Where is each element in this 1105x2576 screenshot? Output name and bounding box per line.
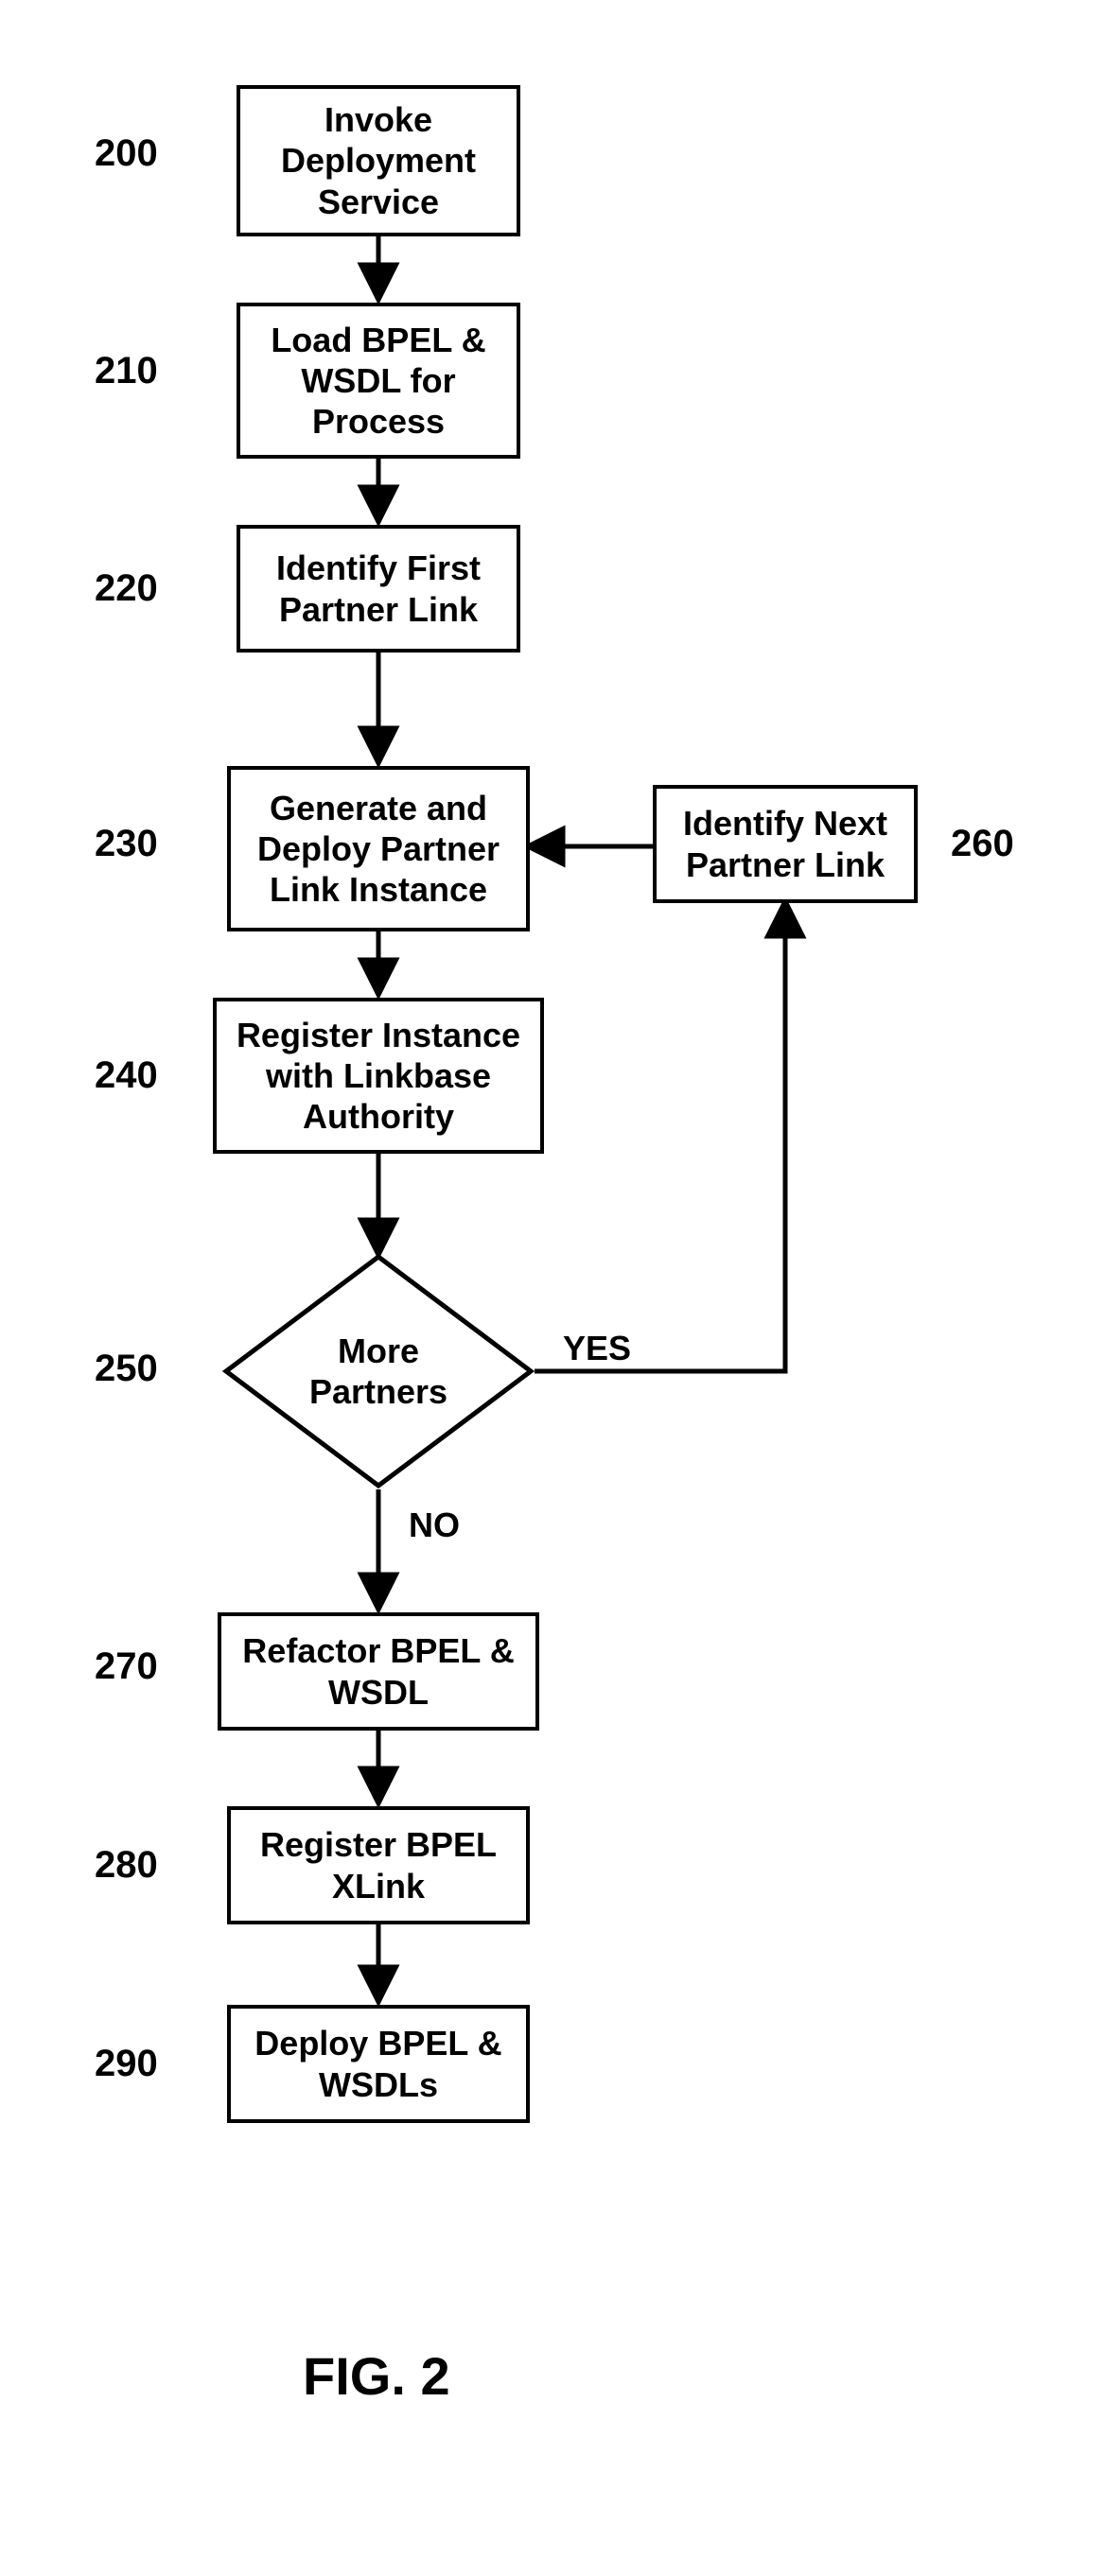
node-200: InvokeDeploymentService xyxy=(237,85,520,236)
node-number-270: 270 xyxy=(95,1645,158,1688)
node-230-text: Generate andDeploy PartnerLink Instance xyxy=(257,788,500,911)
node-220: Identify FirstPartner Link xyxy=(237,525,520,653)
node-number-230: 230 xyxy=(95,823,158,865)
flowchart-fig2: 200 InvokeDeploymentService 210 Load BPE… xyxy=(0,0,1105,2576)
node-270: Refactor BPEL &WSDL xyxy=(218,1612,539,1731)
node-250: MorePartners xyxy=(222,1253,535,1489)
node-number-280: 280 xyxy=(95,1844,158,1887)
node-270-text: Refactor BPEL &WSDL xyxy=(242,1630,514,1712)
node-number-200: 200 xyxy=(95,132,158,175)
node-number-260: 260 xyxy=(951,823,1014,865)
node-280: Register BPELXLink xyxy=(227,1806,530,1924)
node-number-240: 240 xyxy=(95,1054,158,1097)
node-280-text: Register BPELXLink xyxy=(260,1824,497,1906)
node-210: Load BPEL &WSDL forProcess xyxy=(237,303,520,459)
node-number-250: 250 xyxy=(95,1348,158,1390)
node-230: Generate andDeploy PartnerLink Instance xyxy=(227,766,530,931)
node-240: Register Instancewith LinkbaseAuthority xyxy=(213,998,544,1154)
node-220-text: Identify FirstPartner Link xyxy=(276,548,481,629)
node-290: Deploy BPEL &WSDLs xyxy=(227,2005,530,2123)
node-210-text: Load BPEL &WSDL forProcess xyxy=(271,320,485,443)
node-240-text: Register Instancewith LinkbaseAuthority xyxy=(237,1015,520,1138)
node-250-text: MorePartners xyxy=(309,1331,447,1412)
node-290-text: Deploy BPEL &WSDLs xyxy=(254,2023,501,2104)
figure-caption: FIG. 2 xyxy=(303,2345,450,2407)
edge-label-no: NO xyxy=(409,1506,460,1545)
node-260-text: Identify NextPartner Link xyxy=(683,803,887,884)
node-number-210: 210 xyxy=(95,350,158,392)
connector-lines xyxy=(0,0,1105,2576)
node-number-220: 220 xyxy=(95,567,158,610)
node-260: Identify NextPartner Link xyxy=(653,785,918,903)
edge-label-yes: YES xyxy=(563,1329,631,1368)
node-200-text: InvokeDeploymentService xyxy=(281,99,476,222)
node-number-290: 290 xyxy=(95,2043,158,2085)
